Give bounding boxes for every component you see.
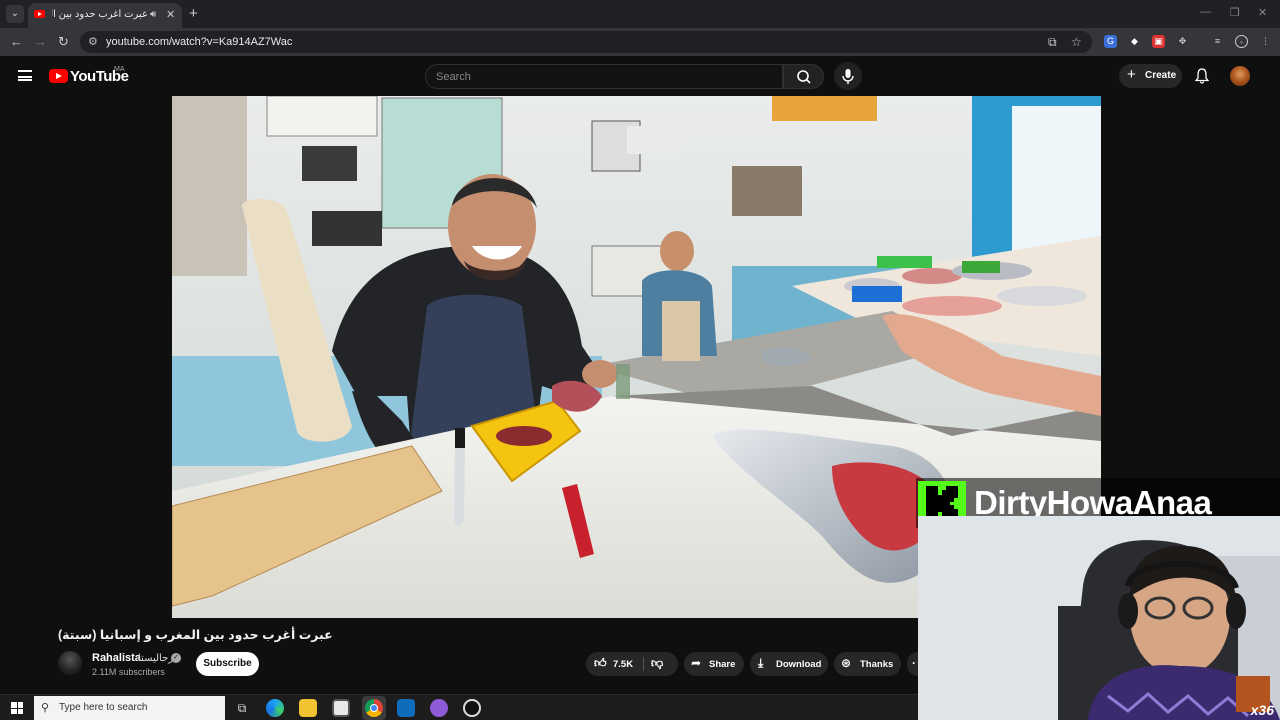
create-label: Create bbox=[1145, 70, 1177, 81]
tab-search-icon[interactable]: ⌄ bbox=[6, 5, 24, 23]
sticker-text: x36 bbox=[1250, 702, 1274, 718]
forward-icon[interactable]: → bbox=[34, 34, 47, 49]
extensions-puzzle-icon[interactable]: ✥ bbox=[1176, 35, 1189, 48]
site-info-icon[interactable]: ⚙ bbox=[88, 35, 98, 48]
webcam-image bbox=[918, 516, 1280, 720]
reload-icon[interactable]: ↻ bbox=[58, 34, 69, 50]
windows-start-icon[interactable] bbox=[11, 702, 23, 714]
microphone-icon bbox=[842, 69, 854, 84]
taskbar-search-placeholder: Type here to search bbox=[59, 702, 148, 713]
channel-name-arabic[interactable]: رحاليستا bbox=[138, 653, 173, 664]
browser-tabstrip: ⌄ عبرت أغرب حدود بين المغرب و 🔊︎ ✕ + — ❐… bbox=[0, 0, 1280, 28]
taskbar-search-box[interactable]: ⚲ Type here to search bbox=[34, 696, 225, 720]
plus-icon: + bbox=[1127, 66, 1136, 83]
channel-avatar[interactable] bbox=[58, 651, 82, 675]
divider bbox=[643, 657, 644, 671]
share-icon: ➦ bbox=[691, 656, 702, 670]
search-box[interactable] bbox=[425, 64, 783, 89]
thumbs-down-icon[interactable]: 👎︎ bbox=[651, 656, 663, 671]
media-queue-icon[interactable]: ≡ bbox=[1211, 35, 1224, 48]
download-icon: ⤓ bbox=[758, 656, 764, 670]
thumbs-up-icon[interactable]: 👍︎ bbox=[594, 656, 607, 671]
search-button[interactable] bbox=[783, 64, 824, 89]
more-icon: · bbox=[912, 656, 916, 670]
outlook-icon[interactable] bbox=[397, 699, 415, 717]
app-icon[interactable] bbox=[430, 699, 448, 717]
task-view-icon[interactable]: ⧉ bbox=[233, 699, 251, 717]
search-input[interactable] bbox=[436, 68, 766, 86]
thanks-icon: ⊛ bbox=[841, 656, 852, 670]
translate-extension-icon[interactable]: G bbox=[1104, 35, 1117, 48]
account-avatar[interactable] bbox=[1230, 66, 1250, 86]
youtube-header: YouTube MA + Create bbox=[0, 56, 1280, 96]
more-actions-button[interactable]: · bbox=[907, 652, 918, 676]
notifications-bell-icon[interactable] bbox=[1195, 68, 1209, 84]
cast-icon[interactable]: ⧉ bbox=[1048, 35, 1057, 50]
video-title: عبرت أغرب حدود بين المغرب و إسبانيا (سبت… bbox=[58, 628, 333, 642]
restore-icon[interactable]: ❐ bbox=[1230, 6, 1240, 19]
country-code: MA bbox=[114, 66, 125, 73]
file-explorer-icon[interactable] bbox=[299, 699, 317, 717]
share-button[interactable]: ➦ Share bbox=[684, 652, 744, 676]
browser-tab[interactable]: عبرت أغرب حدود بين المغرب و 🔊︎ ✕ bbox=[28, 3, 182, 28]
search-icon bbox=[797, 70, 811, 84]
url-text[interactable]: youtube.com/watch?v=Ka914AZ7Wac bbox=[106, 36, 292, 48]
address-bar[interactable]: ⚙ youtube.com/watch?v=Ka914AZ7Wac ⧉ ☆ bbox=[80, 31, 1092, 53]
thanks-button[interactable]: ⊛ Thanks bbox=[834, 652, 901, 676]
youtube-logo-icon[interactable] bbox=[49, 69, 68, 83]
profile-icon[interactable]: ◦ bbox=[1235, 35, 1248, 48]
diamond-extension-icon[interactable]: ◆ bbox=[1128, 35, 1141, 48]
plus-icon[interactable]: + bbox=[189, 5, 198, 22]
back-icon[interactable]: ← bbox=[10, 34, 23, 49]
obs-icon[interactable] bbox=[463, 699, 481, 717]
subscribe-button[interactable]: Subscribe bbox=[196, 652, 259, 676]
like-dislike-group: 👍︎ 7.5K 👎︎ bbox=[586, 652, 678, 676]
store-icon[interactable] bbox=[332, 699, 350, 717]
red-extension-icon[interactable]: ▣ bbox=[1152, 35, 1165, 48]
windows-taskbar: ⚲ Type here to search ⧉ bbox=[0, 694, 918, 720]
minimize-icon[interactable]: — bbox=[1200, 6, 1211, 18]
search-icon: ⚲ bbox=[41, 702, 50, 714]
thanks-label: Thanks bbox=[860, 659, 894, 670]
tab-title: عبرت أغرب حدود بين المغرب و bbox=[52, 9, 148, 20]
share-label: Share bbox=[709, 659, 736, 670]
close-icon[interactable]: ✕ bbox=[166, 8, 175, 21]
more-menu-icon[interactable]: ⋮ bbox=[1259, 35, 1272, 48]
chrome-icon[interactable] bbox=[362, 696, 386, 720]
like-count[interactable]: 7.5K bbox=[613, 659, 633, 670]
close-icon[interactable]: ✕ bbox=[1258, 6, 1267, 19]
verified-check-icon: ✓ bbox=[171, 653, 181, 663]
channel-name[interactable]: Rahalista bbox=[92, 652, 141, 664]
create-button[interactable]: + Create bbox=[1119, 64, 1182, 88]
subscriber-count: 2.11M subscribers bbox=[92, 667, 165, 677]
youtube-favicon-icon bbox=[34, 10, 45, 18]
voice-search-button[interactable] bbox=[834, 62, 862, 90]
edge-icon[interactable] bbox=[266, 699, 284, 717]
webcam-feed: x36 bbox=[918, 516, 1280, 720]
bookmark-star-icon[interactable]: ☆ bbox=[1071, 35, 1082, 49]
menu-icon[interactable] bbox=[18, 70, 32, 81]
download-button[interactable]: ⤓ Download bbox=[750, 652, 828, 676]
browser-toolbar: ← → ↻ ⚙ youtube.com/watch?v=Ka914AZ7Wac … bbox=[0, 28, 1280, 56]
download-label: Download bbox=[776, 659, 822, 670]
speaker-icon[interactable]: 🔊︎ bbox=[150, 9, 156, 20]
